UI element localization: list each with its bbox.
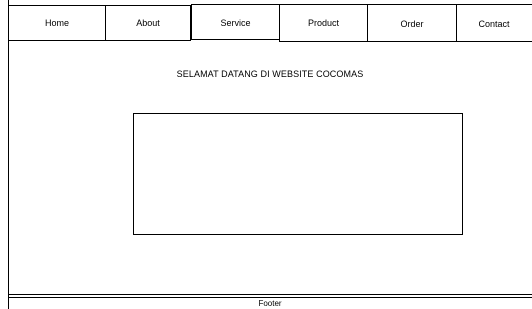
nav-service-label: Service [220, 18, 251, 28]
nav-order[interactable]: Order [367, 4, 457, 42]
nav-about[interactable]: About [105, 5, 191, 41]
footer-divider-bottom [8, 297, 532, 298]
nav-home[interactable]: Home [8, 5, 106, 41]
nav-contact-label: Contact [478, 19, 510, 29]
nav-product[interactable]: Product [279, 4, 368, 42]
nav-contact[interactable]: Contact [456, 4, 532, 42]
nav-home-label: Home [44, 18, 69, 28]
footer-label: Footer [258, 299, 282, 308]
footer-divider-top [8, 294, 532, 295]
nav-product-label: Product [307, 18, 340, 28]
nav-order-label: Order [400, 19, 424, 29]
nav-service[interactable]: Service [191, 4, 280, 40]
content-box [133, 113, 463, 235]
nav-about-label: About [136, 18, 160, 28]
welcome-heading: SELAMAT DATANG DI WEBSITE COCOMAS [176, 69, 364, 79]
